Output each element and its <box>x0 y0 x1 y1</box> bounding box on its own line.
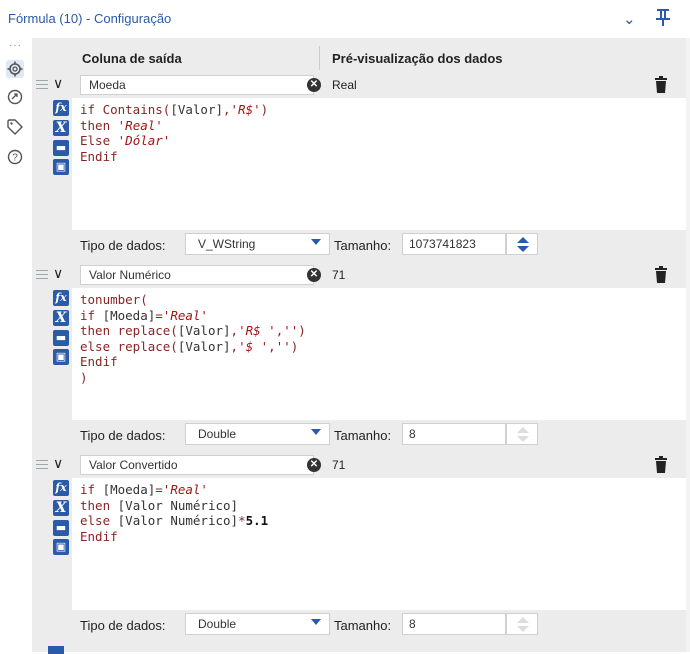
expression-editor[interactable]: fx X ▬ ▣ if [Moeda]='Real' then [Valor N… <box>48 478 686 610</box>
scrollbar[interactable] <box>686 38 690 652</box>
function-icon[interactable]: fx <box>53 480 69 496</box>
dropdown-arrow-icon[interactable] <box>311 239 321 245</box>
data-type-select[interactable]: V_WString <box>185 233 330 255</box>
size-spinner[interactable] <box>506 423 538 445</box>
data-type-select[interactable]: Double <box>185 613 330 635</box>
drag-handle-icon[interactable] <box>36 457 48 471</box>
trash-icon[interactable] <box>654 266 668 284</box>
column-header: Coluna de saída Pré-visualização dos dad… <box>32 46 686 70</box>
chevron-down-icon[interactable]: ∨ <box>53 75 63 92</box>
chevron-down-icon[interactable]: ∨ <box>53 455 63 472</box>
spinner-down-icon[interactable] <box>517 626 529 632</box>
data-type-value: Double <box>198 617 237 631</box>
chevron-down-icon[interactable]: ∨ <box>53 265 63 282</box>
formula-code[interactable]: tonumber( if [Moeda]='Real' then replace… <box>80 292 306 385</box>
formula-row-header: ∨ Valor Numérico ✕ 71 <box>32 262 686 288</box>
navigate-icon[interactable] <box>6 88 24 106</box>
settings-icon[interactable] <box>6 60 24 78</box>
size-label: Tamanho: <box>334 238 392 253</box>
expression-editor[interactable]: fx X ▬ ▣ if Contains([Valor],'R$') then … <box>48 98 686 230</box>
size-spinner[interactable] <box>506 233 538 255</box>
variable-icon[interactable]: X <box>53 310 69 326</box>
size-input[interactable]: 1073741823 <box>402 233 506 255</box>
dropdown-arrow-icon[interactable] <box>311 429 321 435</box>
chevron-down-icon[interactable]: ⌄ <box>623 10 636 28</box>
formula-row-header: ∨ Valor Convertido ✕ 71 <box>32 452 686 478</box>
clear-icon[interactable]: ✕ <box>307 268 321 282</box>
add-formula-icon[interactable] <box>48 646 64 654</box>
size-input[interactable]: 8 <box>402 423 506 445</box>
type-row: Tipo de dados: V_WString Tamanho: 107374… <box>48 230 686 260</box>
data-type-value: Double <box>198 427 237 441</box>
save-icon[interactable]: ▣ <box>53 539 69 555</box>
spinner-up-icon[interactable] <box>517 427 529 433</box>
clear-icon[interactable]: ✕ <box>307 78 321 92</box>
open-folder-icon[interactable]: ▬ <box>53 140 69 156</box>
output-column-input[interactable]: Moeda <box>80 75 314 95</box>
drag-handle-icon[interactable] <box>36 267 48 281</box>
data-type-label: Tipo de dados: <box>80 618 166 633</box>
type-row: Tipo de dados: Double Tamanho: 8 <box>48 610 686 640</box>
data-type-label: Tipo de dados: <box>80 428 166 443</box>
dropdown-arrow-icon[interactable] <box>311 619 321 625</box>
left-rail: ··· ? <box>0 38 32 652</box>
tag-icon[interactable] <box>6 118 24 136</box>
drag-handle-icon[interactable] <box>36 77 48 91</box>
header-divider <box>319 46 320 70</box>
size-input[interactable]: 8 <box>402 613 506 635</box>
editor-toolbar: fx X ▬ ▣ <box>48 98 72 230</box>
size-label: Tamanho: <box>334 618 392 633</box>
data-preview: 71 <box>332 458 346 472</box>
open-folder-icon[interactable]: ▬ <box>53 330 69 346</box>
spinner-up-icon[interactable] <box>517 617 529 623</box>
data-type-label: Tipo de dados: <box>80 238 166 253</box>
function-icon[interactable]: fx <box>53 290 69 306</box>
clear-icon[interactable]: ✕ <box>307 458 321 472</box>
size-spinner[interactable] <box>506 613 538 635</box>
size-label: Tamanho: <box>334 428 392 443</box>
type-row: Tipo de dados: Double Tamanho: 8 <box>48 420 686 450</box>
editor-toolbar: fx X ▬ ▣ <box>48 478 72 610</box>
output-column-input[interactable]: Valor Numérico <box>80 265 314 285</box>
data-preview: 71 <box>332 268 346 282</box>
data-type-select[interactable]: Double <box>185 423 330 445</box>
window-title: Fórmula (10) - Configuração <box>8 11 172 26</box>
preview-header: Pré-visualização dos dados <box>332 51 503 66</box>
formula-code[interactable]: if Contains([Valor],'R$') then 'Real' El… <box>80 102 268 164</box>
variable-icon[interactable]: X <box>53 500 69 516</box>
rail-more-dots[interactable]: ··· <box>9 40 22 51</box>
output-column-header: Coluna de saída <box>82 51 182 66</box>
svg-text:?: ? <box>12 153 18 164</box>
variable-icon[interactable]: X <box>53 120 69 136</box>
spinner-down-icon[interactable] <box>517 246 529 252</box>
formula-config-panel: Coluna de saída Pré-visualização dos dad… <box>32 38 686 652</box>
open-folder-icon[interactable]: ▬ <box>53 520 69 536</box>
spinner-up-icon[interactable] <box>517 237 529 243</box>
window-titlebar: Fórmula (10) - Configuração ⌄ <box>0 0 690 39</box>
pin-icon[interactable] <box>655 8 671 26</box>
data-preview: Real <box>332 78 357 92</box>
help-icon[interactable]: ? <box>6 148 24 166</box>
spinner-down-icon[interactable] <box>517 436 529 442</box>
save-icon[interactable]: ▣ <box>53 349 69 365</box>
function-icon[interactable]: fx <box>53 100 69 116</box>
formula-code[interactable]: if [Moeda]='Real' then [Valor Numérico] … <box>80 482 268 544</box>
save-icon[interactable]: ▣ <box>53 159 69 175</box>
editor-toolbar: fx X ▬ ▣ <box>48 288 72 420</box>
formula-row-header: ∨ Moeda ✕ Real <box>32 72 686 98</box>
output-column-input[interactable]: Valor Convertido <box>80 455 314 475</box>
trash-icon[interactable] <box>654 76 668 94</box>
data-type-value: V_WString <box>198 237 256 251</box>
trash-icon[interactable] <box>654 456 668 474</box>
expression-editor[interactable]: fx X ▬ ▣ tonumber( if [Moeda]='Real' the… <box>48 288 686 420</box>
